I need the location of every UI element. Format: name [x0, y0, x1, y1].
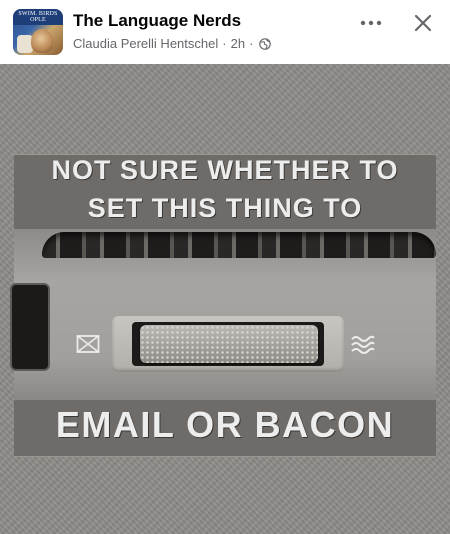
- globe-icon: [259, 37, 272, 50]
- avatar-figure: [31, 29, 53, 53]
- post-meta: Claudia Perelli Hentschel · 2h ·: [73, 36, 272, 51]
- facebook-post: SWIM. BIRDS OPLE The Language Nerds Clau…: [0, 0, 450, 534]
- close-button[interactable]: [409, 9, 437, 37]
- meta-separator: ·: [222, 36, 227, 51]
- page-avatar[interactable]: SWIM. BIRDS OPLE: [13, 9, 63, 55]
- page-title[interactable]: The Language Nerds: [73, 11, 241, 31]
- post-image[interactable]: [0, 64, 450, 534]
- avatar-logo-text: SWIM. BIRDS OPLE: [18, 11, 58, 23]
- more-horizontal-icon: [360, 20, 382, 26]
- author-name[interactable]: Claudia Perelli Hentschel: [73, 36, 218, 51]
- more-options-button[interactable]: [356, 10, 386, 36]
- close-icon: [414, 14, 432, 32]
- post-header: SWIM. BIRDS OPLE The Language Nerds Clau…: [0, 0, 450, 64]
- post-time[interactable]: 2h: [231, 36, 245, 51]
- meta-separator: ·: [249, 36, 254, 51]
